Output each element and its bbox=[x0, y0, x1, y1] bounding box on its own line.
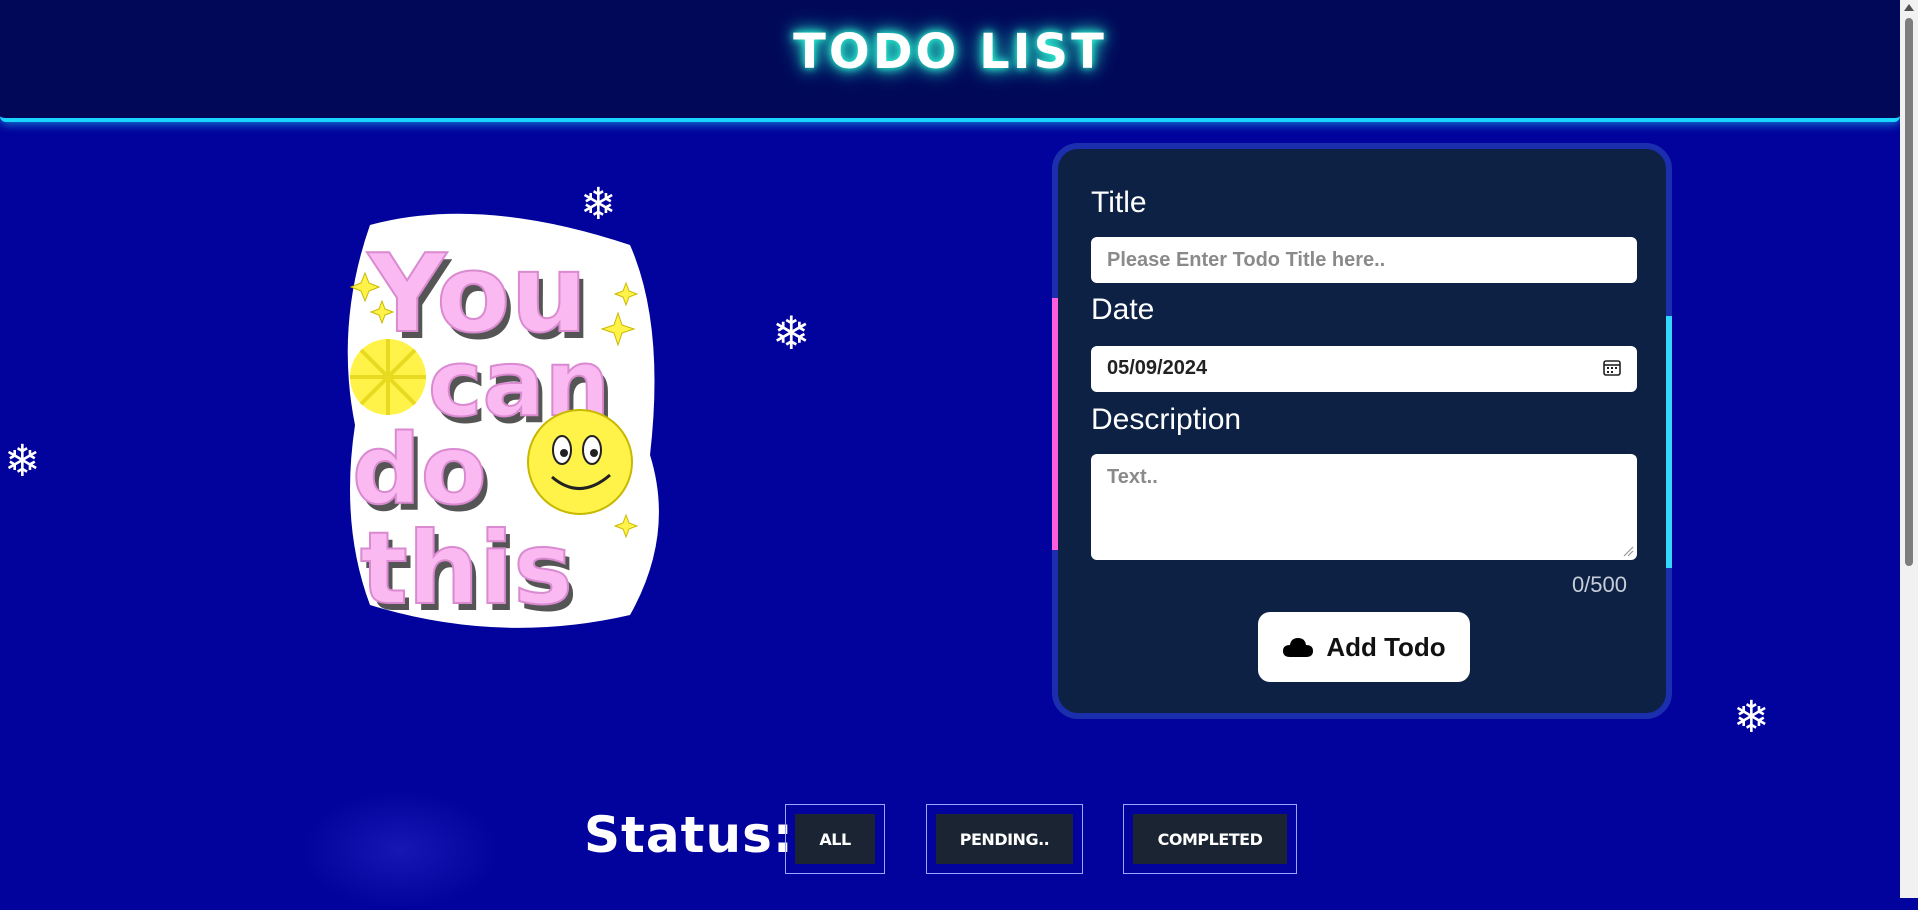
sticker-line-4-front: this bbox=[360, 510, 573, 627]
sunburst-icon bbox=[350, 339, 426, 415]
smiley-icon bbox=[527, 409, 633, 515]
filter-all[interactable]: ALL bbox=[785, 804, 885, 874]
status-label: Status: bbox=[584, 806, 794, 864]
scroll-up-arrow-icon[interactable] bbox=[1904, 4, 1914, 11]
resize-grip-icon[interactable] bbox=[1622, 545, 1634, 557]
description-textarea[interactable] bbox=[1091, 454, 1637, 560]
app-header: TODO LIST bbox=[0, 0, 1900, 122]
snowflake-icon: ❄ bbox=[1733, 692, 1770, 743]
title-label: Title bbox=[1091, 186, 1147, 219]
snowflake-icon: ❄ bbox=[4, 436, 41, 487]
description-label: Description bbox=[1091, 403, 1242, 436]
calendar-icon[interactable] bbox=[1603, 359, 1621, 376]
date-input[interactable]: 05/09/2024 bbox=[1091, 346, 1637, 392]
motivation-sticker: You You can can do do this this bbox=[347, 213, 659, 634]
filter-completed-button[interactable]: COMPLETED bbox=[1133, 814, 1287, 864]
snowflake-icon: ❄ bbox=[772, 306, 811, 360]
card-accent-right bbox=[1666, 316, 1672, 568]
cloud-icon bbox=[1283, 638, 1314, 657]
page-title: TODO LIST bbox=[793, 24, 1107, 80]
filter-completed[interactable]: COMPLETED bbox=[1123, 804, 1297, 874]
filter-pending-button[interactable]: PENDING.. bbox=[936, 814, 1073, 864]
decorative-glow bbox=[300, 790, 500, 910]
add-todo-label: Add Todo bbox=[1326, 631, 1446, 662]
char-counter: 0/500 bbox=[1571, 572, 1627, 597]
scrollbar-thumb[interactable] bbox=[1905, 18, 1913, 566]
date-value: 05/09/2024 bbox=[1107, 357, 1208, 379]
date-label: Date bbox=[1091, 293, 1155, 326]
filter-pending[interactable]: PENDING.. bbox=[926, 804, 1083, 874]
vertical-scrollbar[interactable] bbox=[1900, 0, 1918, 898]
card-accent-left bbox=[1052, 298, 1058, 550]
title-input[interactable] bbox=[1091, 237, 1637, 283]
filter-all-button[interactable]: ALL bbox=[795, 814, 875, 864]
add-todo-button[interactable]: Add Todo bbox=[1258, 612, 1470, 682]
